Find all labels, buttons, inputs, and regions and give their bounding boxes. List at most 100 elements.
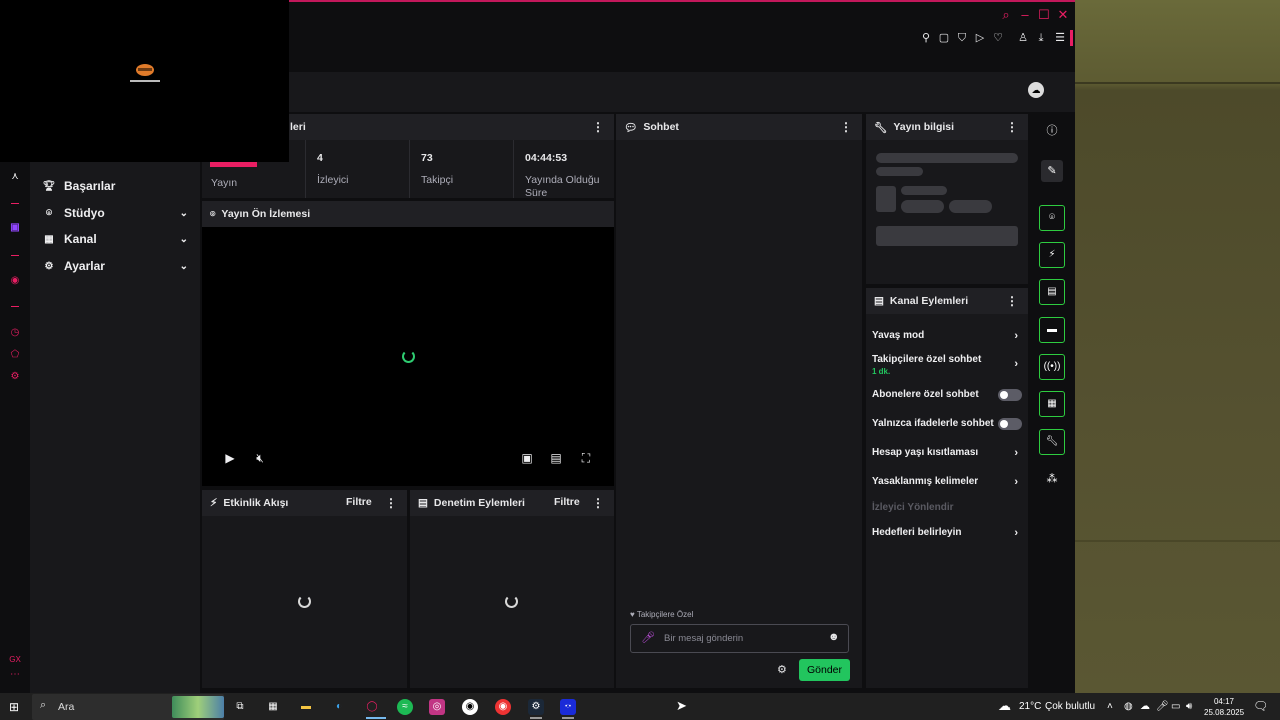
file-explorer-icon[interactable]: ▬	[298, 699, 314, 715]
task-view-icon[interactable]: ⧉	[232, 699, 248, 715]
more-icon[interactable]: ⋯	[8, 668, 22, 682]
broadcast-icon[interactable]: ((•))	[1039, 354, 1065, 380]
twitch-icon[interactable]: ▣	[8, 221, 22, 235]
window-icon[interactable]: ▢	[937, 31, 951, 45]
kebab-icon[interactable]: ⋮	[1006, 120, 1018, 134]
chrome-icon[interactable]: ◉	[495, 699, 511, 715]
emoji-icon[interactable]: ☻	[828, 631, 840, 643]
microphone-icon[interactable]: 🎤︎	[641, 631, 655, 644]
channel-icon: ▦	[44, 233, 54, 245]
action-banned-words[interactable]: Yasaklanmış kelimeler ›	[872, 476, 1022, 488]
video-icon[interactable]: ▷	[973, 31, 987, 45]
minimize-icon[interactable]: –	[1018, 8, 1032, 22]
action-label: İzleyici Yönlendir	[872, 502, 954, 513]
edit-icon[interactable]: ✎	[1041, 160, 1063, 182]
action-account-age[interactable]: Hesap yaşı kısıtlaması ›	[872, 447, 1022, 459]
steam-icon[interactable]: ⚙	[528, 699, 544, 715]
obs-icon[interactable]: ◉	[462, 699, 478, 715]
chevron-up-icon[interactable]: ˄	[1107, 701, 1113, 712]
action-slow-mode[interactable]: Yavaş mod ›	[872, 330, 1022, 342]
onedrive-icon[interactable]: ☁	[1140, 701, 1150, 712]
skeleton-pill	[949, 200, 992, 213]
send-button[interactable]: Gönder	[799, 659, 850, 681]
action-label: Yasaklanmış kelimeler	[872, 476, 979, 487]
gx-icon[interactable]: GX	[8, 653, 22, 667]
chat-input[interactable]: 🎤︎ Bir mesaj gönderin ☻	[630, 624, 849, 653]
heart-icon: ♥	[630, 610, 635, 619]
instagram-icon[interactable]: ◎	[429, 699, 445, 715]
action-goals[interactable]: Hedefleri belirleyin ›	[872, 527, 1022, 539]
shield-icon[interactable]: ⛉	[955, 31, 969, 45]
windows-start-icon[interactable]: ⊞	[9, 700, 19, 714]
skeleton-line	[876, 153, 1018, 163]
weather-icon: ☁	[998, 698, 1011, 713]
opera-gx-icon[interactable]: ◯	[364, 699, 380, 715]
chevron-down-icon: ⌄	[179, 260, 188, 272]
webcam-overlay	[0, 0, 289, 162]
maximize-icon[interactable]: ☐	[1037, 8, 1051, 22]
clock[interactable]: 04:17 25.08.2025	[1204, 696, 1244, 718]
share-icon[interactable]: ⁂	[1043, 470, 1061, 488]
kebab-icon[interactable]: ⋮	[840, 120, 852, 134]
layout-icon[interactable]: ▦	[1039, 391, 1065, 417]
sidebar-item-studio[interactable]: ⌾ Stüdyo ⌄	[42, 203, 192, 223]
volume-icon[interactable]: 🔊︎	[1186, 701, 1192, 712]
weather-temperature[interactable]: 21°C	[1019, 701, 1041, 712]
spotify-icon[interactable]: ≈	[397, 699, 413, 715]
theater-icon[interactable]: ▤	[548, 450, 564, 466]
record-icon[interactable]: ◉	[8, 274, 22, 288]
close-icon[interactable]: ✕	[1056, 8, 1070, 22]
wrench-icon[interactable]: 🔧︎	[1039, 429, 1065, 455]
fullscreen-icon[interactable]: ⛶	[578, 450, 594, 466]
emote-only-toggle[interactable]	[998, 418, 1022, 430]
kebab-icon[interactable]: ⋮	[592, 496, 604, 510]
notification-icon[interactable]: 🗨︎	[1253, 699, 1268, 713]
clock-icon[interactable]: ◷	[8, 326, 22, 340]
actions-icon: ▤	[874, 295, 884, 307]
chat-bubble-icon[interactable]: ▬	[1039, 317, 1065, 343]
heart-icon[interactable]: ♡	[991, 31, 1005, 45]
mute-icon[interactable]: 🔇︎	[252, 450, 268, 466]
action-followers-only[interactable]: Takipçilere özel sohbet › 1 dk.	[872, 354, 1022, 376]
kick-icon[interactable]: ⋏	[8, 170, 22, 184]
sidebar-item-channel[interactable]: ▦ Kanal ⌄	[42, 229, 192, 249]
camera-icon[interactable]: ⌾	[1039, 205, 1065, 231]
trophy-icon: 🏆︎	[42, 180, 56, 192]
stat-value: 04:44:53	[525, 152, 568, 164]
network-icon[interactable]: ▭	[1171, 701, 1180, 712]
settings-icon[interactable]: ⚙	[777, 663, 787, 676]
microphone-icon[interactable]: 🎤︎	[1156, 701, 1169, 712]
search-icon[interactable]: ⌕	[999, 8, 1013, 22]
menu-icon[interactable]: ☰	[1053, 31, 1067, 45]
pip-icon[interactable]: ▣	[519, 450, 535, 466]
user-icon[interactable]: ♙	[1016, 31, 1030, 45]
app-icon[interactable]: •:•	[560, 699, 576, 715]
edge-icon[interactable]: ◐	[331, 699, 347, 715]
activity-filter-button[interactable]: Filtre	[346, 496, 372, 508]
download-icon[interactable]: ⤓	[1034, 31, 1048, 45]
notes-icon[interactable]: ▤	[1039, 279, 1065, 305]
info-icon[interactable]: ⓘ	[1043, 122, 1061, 140]
kebab-icon[interactable]: ⋮	[1006, 294, 1018, 308]
sidebar-item-achievements[interactable]: 🏆︎ Başarılar	[42, 176, 192, 196]
subscribers-only-toggle[interactable]	[998, 389, 1022, 401]
kebab-icon[interactable]: ⋮	[592, 120, 604, 134]
shape-icon[interactable]: ⬠	[8, 348, 22, 362]
moderation-filter-button[interactable]: Filtre	[554, 496, 580, 508]
settings-icon[interactable]: ⚙	[8, 370, 22, 384]
play-icon[interactable]: ▶	[222, 450, 238, 466]
sidebar-item-settings[interactable]: ⚙ Ayarlar ⌄	[42, 256, 192, 276]
avatar[interactable]: ☁	[1028, 82, 1044, 98]
action-label: Yalnızca ifadelerle sohbet	[872, 418, 994, 429]
preview-panel	[202, 201, 614, 486]
tray-app-icon[interactable]: ◍	[1124, 701, 1133, 712]
live-indicator	[210, 162, 257, 167]
bolt-icon[interactable]: ⚡︎	[1039, 242, 1065, 268]
moderation-title: Denetim Eylemleri	[433, 497, 525, 509]
sidebar-item-label: Kanal	[64, 232, 97, 246]
taskbar-search[interactable]: ⌕ Ara	[32, 694, 224, 720]
kebab-icon[interactable]: ⋮	[385, 496, 397, 510]
store-icon[interactable]: ▦	[265, 699, 281, 715]
weather-text[interactable]: Çok bulutlu	[1045, 701, 1095, 712]
pin-icon[interactable]: ⚲	[919, 31, 933, 45]
